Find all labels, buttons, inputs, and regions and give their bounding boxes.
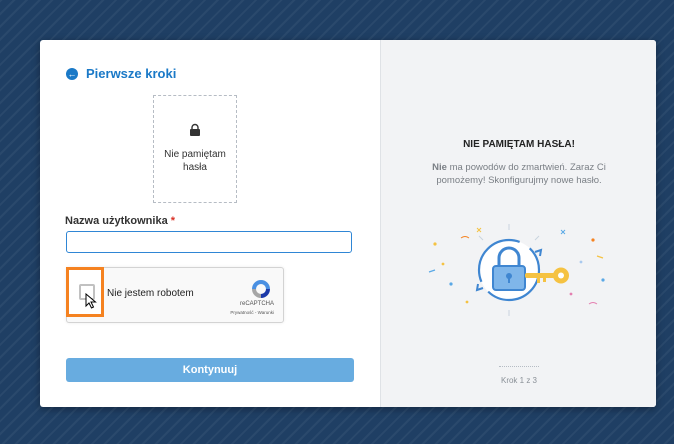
- continue-button[interactable]: Kontynuuj: [66, 358, 354, 382]
- username-label: Nazwa użytkownika *: [65, 215, 175, 227]
- mouse-cursor-icon: [85, 292, 97, 314]
- lock-key-illustration-icon: [428, 224, 605, 316]
- info-description: Nie ma powodów do zmartwień. Zaraz Ci po…: [411, 161, 627, 187]
- recaptcha-widget: Nie jestem robotem reCAPTCHA Prywatność …: [66, 267, 284, 323]
- lock-icon: [188, 123, 202, 142]
- step-indicator: Krok 1 z 3: [500, 376, 537, 385]
- info-description-strong: Nie: [432, 162, 447, 173]
- forgot-password-tile[interactable]: Nie pamiętam hasła: [153, 95, 237, 203]
- form-panel: ← Pierwsze kroki Nie pamiętam hasła Nazw…: [40, 40, 380, 407]
- arrow-left-icon: ←: [66, 67, 78, 80]
- info-panel: NIE PAMIĘTAM HASŁA! Nie ma powodów do zm…: [380, 40, 656, 407]
- username-label-text: Nazwa użytkownika: [65, 215, 168, 227]
- required-mark: *: [170, 215, 176, 227]
- back-label: Pierwsze kroki: [86, 66, 177, 81]
- back-link[interactable]: ← Pierwsze kroki: [66, 66, 176, 81]
- info-title: NIE PAMIĘTAM HASŁA!: [463, 139, 575, 150]
- divider: [499, 366, 539, 367]
- recaptcha-links[interactable]: Prywatność - Warunki: [230, 310, 274, 315]
- forgot-password-card: ← Pierwsze kroki Nie pamiętam hasła Nazw…: [40, 40, 656, 407]
- captcha-label: Nie jestem robotem: [107, 288, 194, 299]
- recaptcha-brand: reCAPTCHA: [239, 301, 274, 307]
- info-description-rest: ma powodów do zmartwień. Zaraz Ci pomoże…: [436, 162, 606, 186]
- tile-label: Nie pamiętam hasła: [164, 149, 226, 173]
- username-input[interactable]: [66, 231, 352, 253]
